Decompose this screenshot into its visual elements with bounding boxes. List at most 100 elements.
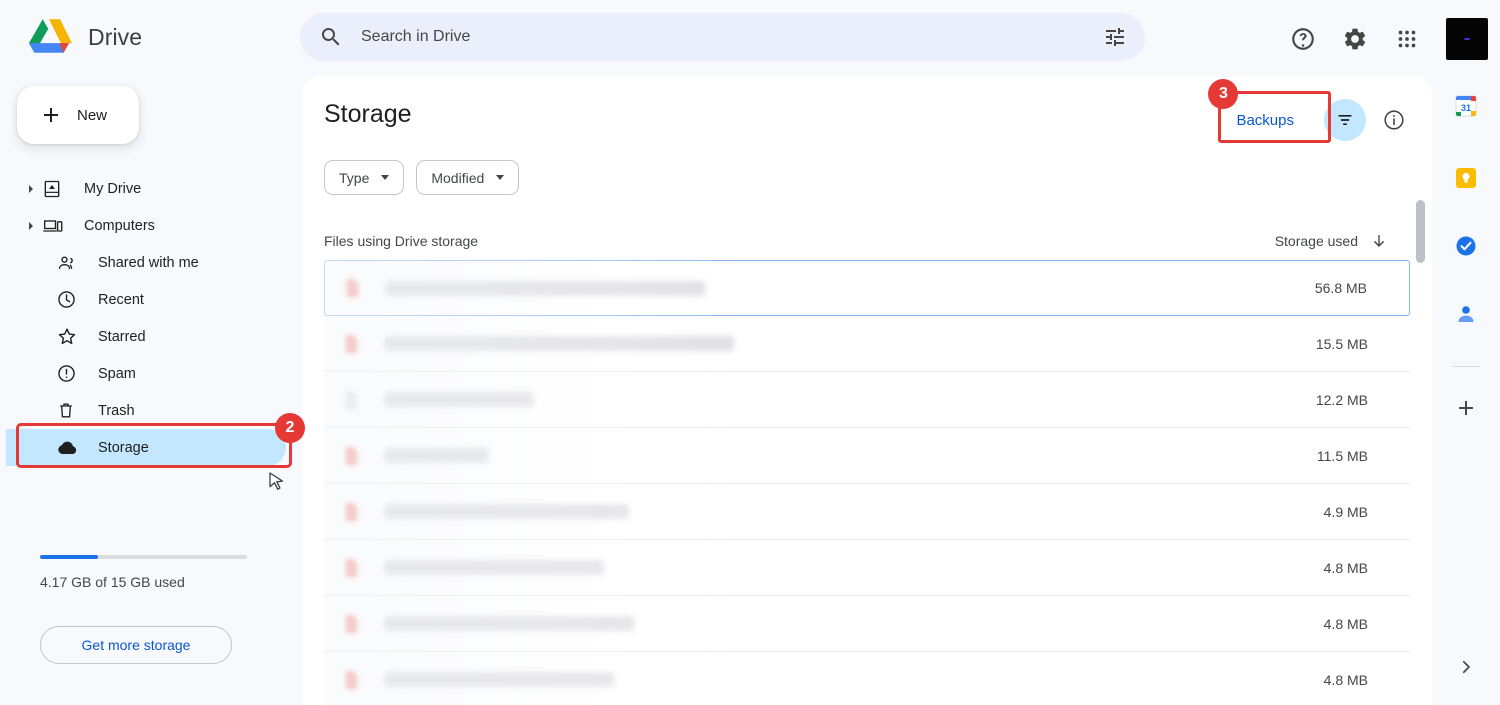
nav-list: My Drive Computers Shared with me Recent… (0, 170, 305, 664)
page-title: Storage (324, 100, 412, 128)
list-header: Files using Drive storage Storage used (324, 226, 1410, 256)
apps-grid-icon[interactable] (1394, 26, 1420, 52)
trash-icon (56, 400, 78, 422)
tune-icon[interactable] (1103, 25, 1127, 49)
table-row[interactable]: 4.8 MB (324, 652, 1410, 705)
file-name-redacted (384, 392, 534, 407)
quota-fill (40, 555, 98, 559)
storage-used-sort[interactable]: Storage used (1275, 232, 1388, 250)
storage-used-value: 15.5 MB (1315, 335, 1368, 352)
right-side-panel: 31 (1432, 76, 1500, 705)
settings-icon[interactable] (1342, 26, 1368, 52)
filter-list-icon[interactable] (1324, 99, 1366, 141)
annotation-badge-3: 3 (1208, 78, 1239, 109)
file-name-redacted (384, 560, 604, 575)
file-name-redacted (384, 504, 629, 519)
table-row[interactable]: 4.8 MB (324, 540, 1410, 596)
sidebar-item-starred[interactable]: Starred (6, 318, 286, 355)
annotation-badge-2: 2 (275, 413, 305, 443)
file-name-redacted (385, 280, 705, 296)
sidebar-item-trash[interactable]: Trash (6, 392, 286, 429)
my-drive-icon (42, 178, 64, 200)
sidebar-item-computers[interactable]: Computers (6, 207, 286, 244)
quota-track (40, 555, 247, 559)
google-contacts-icon[interactable] (1454, 302, 1478, 326)
drive-app: Drive Search in Drive New My Drive Compu… (0, 0, 1500, 705)
cloud-icon (56, 437, 78, 459)
sidebar-item-label: Trash (98, 402, 135, 419)
filter-chips: Type Modified (324, 160, 520, 195)
sidebar-item-recent[interactable]: Recent (6, 281, 286, 318)
chip-type[interactable]: Type (324, 160, 405, 195)
main-header: Storage Backups 3 (302, 76, 1432, 156)
mouse-cursor (269, 472, 284, 490)
sidebar-item-label: Storage (98, 439, 149, 456)
table-row[interactable]: 15.5 MB (324, 316, 1410, 372)
table-row[interactable]: 56.8 MB (324, 260, 1410, 316)
pdf-file-icon (345, 334, 358, 353)
left-navigation: New My Drive Computers Shared with me Re… (0, 76, 305, 705)
chevron-down-icon (496, 175, 505, 180)
svg-text:31: 31 (1461, 103, 1471, 113)
sidebar-item-storage[interactable]: Storage (6, 429, 286, 466)
google-tasks-icon[interactable] (1454, 234, 1478, 258)
generic-file-icon (345, 390, 358, 409)
table-row[interactable]: 11.5 MB (324, 428, 1410, 484)
sidebar-item-my-drive[interactable]: My Drive (6, 170, 286, 207)
search-input[interactable] (361, 28, 1103, 46)
storage-used-value: 11.5 MB (1316, 447, 1368, 464)
file-name-redacted (384, 672, 614, 687)
backups-wrapper: Backups 3 (1208, 78, 1332, 143)
sidebar-item-spam[interactable]: Spam (6, 355, 286, 392)
main-panel: Storage Backups 3 Type Modified Files us… (302, 76, 1432, 705)
sidebar-item-shared-with-me[interactable]: Shared with me (6, 244, 286, 281)
plus-icon (44, 108, 58, 122)
table-row[interactable]: 4.9 MB (324, 484, 1410, 540)
help-icon[interactable] (1290, 26, 1316, 52)
chip-label: Modified (431, 169, 485, 186)
pdf-file-icon (345, 502, 358, 521)
sidebar-item-label: Recent (98, 291, 144, 308)
app-title: Drive (88, 23, 143, 50)
storage-used-value: 4.8 MB (1323, 559, 1368, 576)
pdf-file-icon (345, 446, 358, 465)
storage-used-value: 12.2 MB (1315, 391, 1368, 408)
file-list: 56.8 MB 15.5 MB 12.2 MB 11.5 MB 4.9 MB 4.8 MB… (324, 260, 1410, 705)
file-name-redacted (384, 616, 634, 631)
chip-label: Type (339, 169, 370, 186)
google-keep-icon[interactable] (1454, 166, 1478, 190)
file-name-redacted (384, 336, 734, 351)
header-actions: Backups 3 (1208, 78, 1406, 143)
file-name-redacted (384, 448, 489, 463)
top-bar: Drive (0, 0, 1500, 76)
scrollbar-thumb[interactable] (1416, 200, 1425, 263)
backups-button[interactable]: Backups (1222, 103, 1308, 138)
pdf-file-icon (345, 670, 358, 689)
spam-icon (56, 363, 78, 385)
sidebar-item-label: Computers (84, 217, 155, 234)
chevron-right-icon[interactable] (1457, 658, 1475, 676)
computers-icon (42, 215, 64, 237)
info-icon[interactable] (1382, 108, 1406, 132)
star-icon (56, 326, 78, 348)
brand[interactable]: Drive (26, 16, 142, 58)
search-icon (322, 28, 340, 46)
get-more-storage-button[interactable]: Get more storage (40, 626, 232, 664)
storage-used-value: 4.8 MB (1323, 615, 1368, 632)
pdf-file-icon (346, 278, 359, 298)
main-scrollbar[interactable] (1416, 200, 1425, 645)
plus-icon[interactable] (1454, 396, 1478, 420)
new-button[interactable]: New (17, 86, 139, 144)
google-calendar-icon[interactable]: 31 (1454, 94, 1478, 118)
avatar[interactable] (1446, 18, 1488, 60)
google-drive-logo (28, 19, 72, 53)
table-row[interactable]: 4.8 MB (324, 596, 1410, 652)
search-bar[interactable] (300, 13, 1145, 61)
pdf-file-icon (345, 558, 358, 577)
chevron-right-icon[interactable] (24, 221, 38, 230)
chevron-right-icon[interactable] (24, 184, 38, 193)
chip-modified[interactable]: Modified (416, 160, 520, 195)
table-row[interactable]: 12.2 MB (324, 372, 1410, 428)
storage-used-value: 4.8 MB (1323, 671, 1368, 688)
top-actions (1290, 18, 1488, 60)
